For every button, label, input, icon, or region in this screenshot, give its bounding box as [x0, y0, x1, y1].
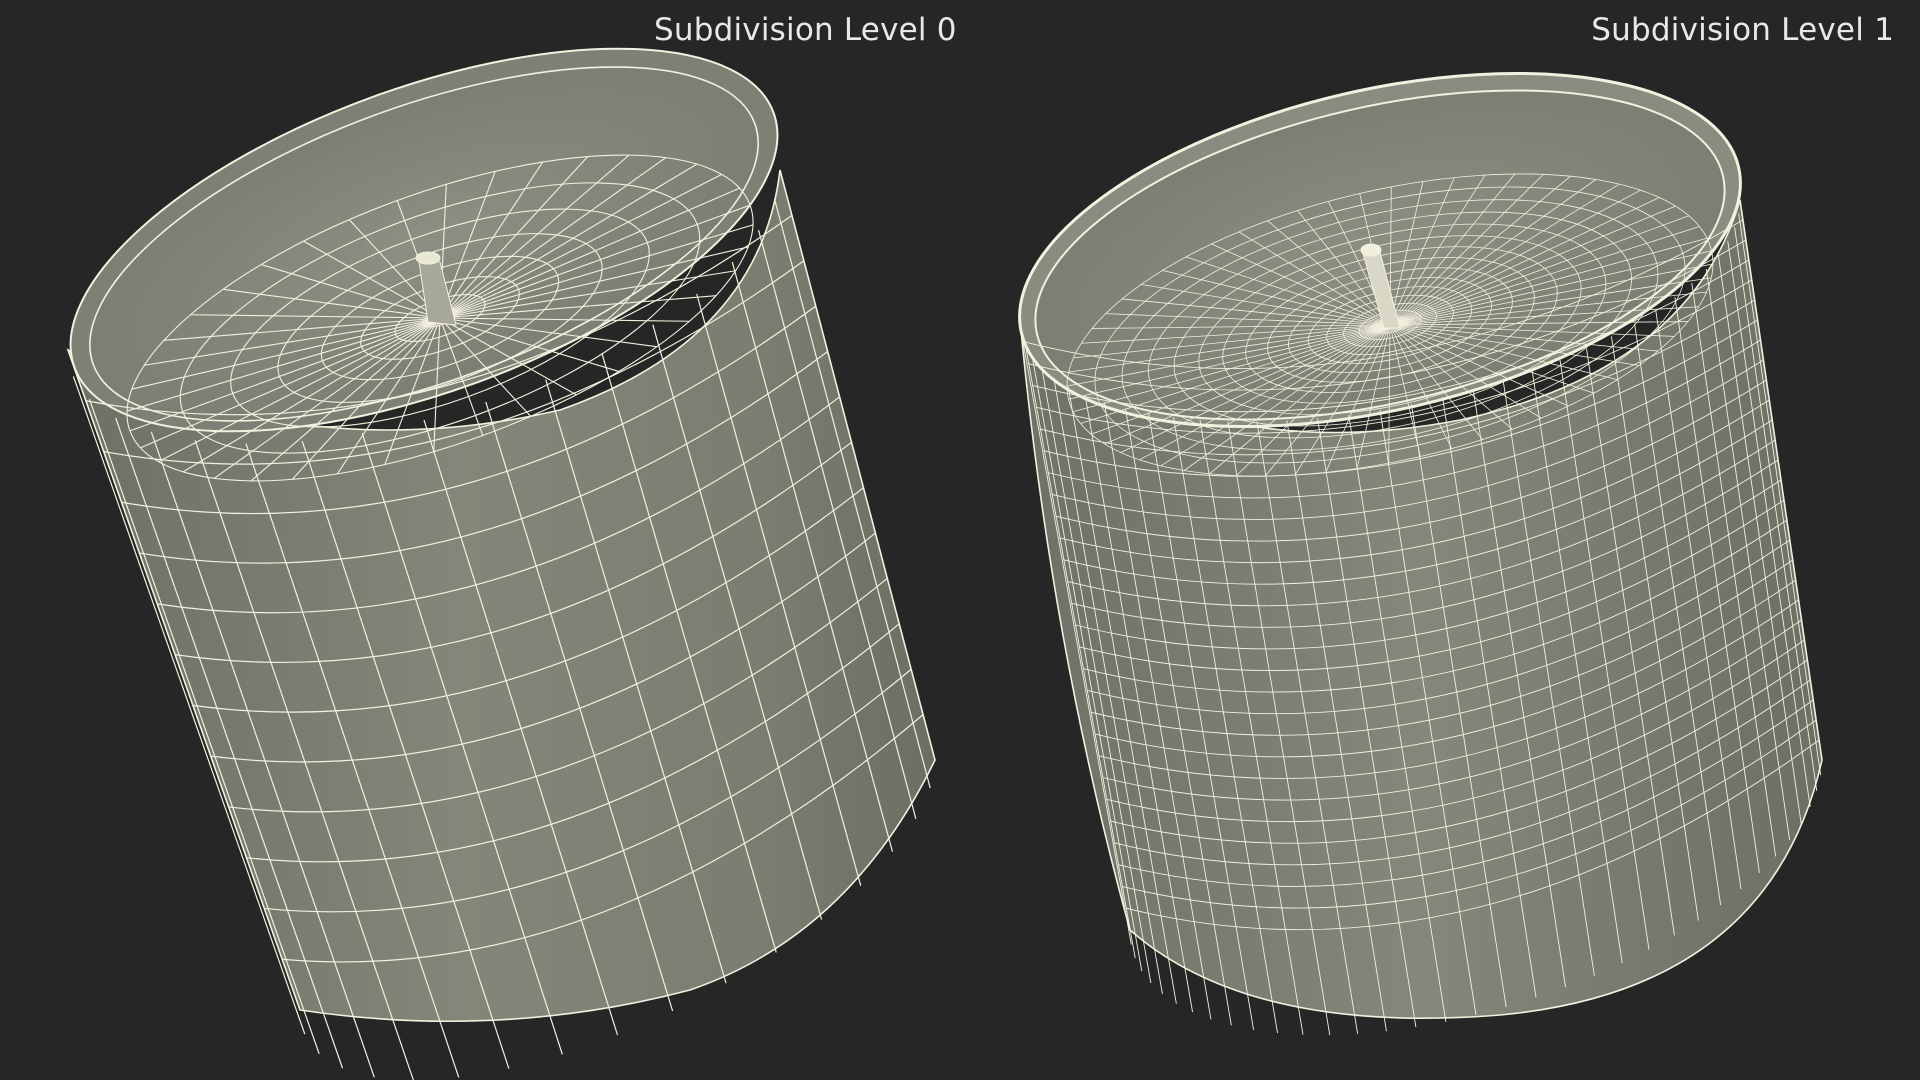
cylinder-level-1 — [1018, 71, 1823, 1036]
render-canvas — [66, 47, 1823, 1080]
subdivision-level-0-label: Subdivision Level 0 — [654, 12, 957, 48]
cylinder-level-0 — [66, 47, 936, 1080]
subdivision-level-1-label: Subdivision Level 1 — [1591, 12, 1894, 48]
viewport: Subdivision Level 0 Subdivision Level 1 — [0, 0, 1920, 1080]
